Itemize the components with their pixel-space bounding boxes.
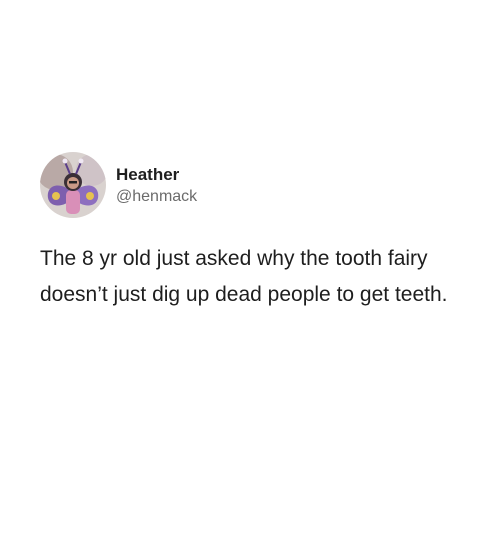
author-handle[interactable]: @henmack	[116, 186, 197, 207]
avatar-image	[40, 152, 106, 218]
author-display-name[interactable]: Heather	[116, 164, 197, 186]
tweet-header: Heather @henmack	[40, 150, 480, 220]
avatar[interactable]	[40, 152, 106, 218]
tweet-card: Heather @henmack The 8 yr old just asked…	[40, 150, 480, 313]
tweet-text: The 8 yr old just asked why the tooth fa…	[40, 247, 448, 306]
author-info: Heather @henmack	[116, 164, 197, 207]
